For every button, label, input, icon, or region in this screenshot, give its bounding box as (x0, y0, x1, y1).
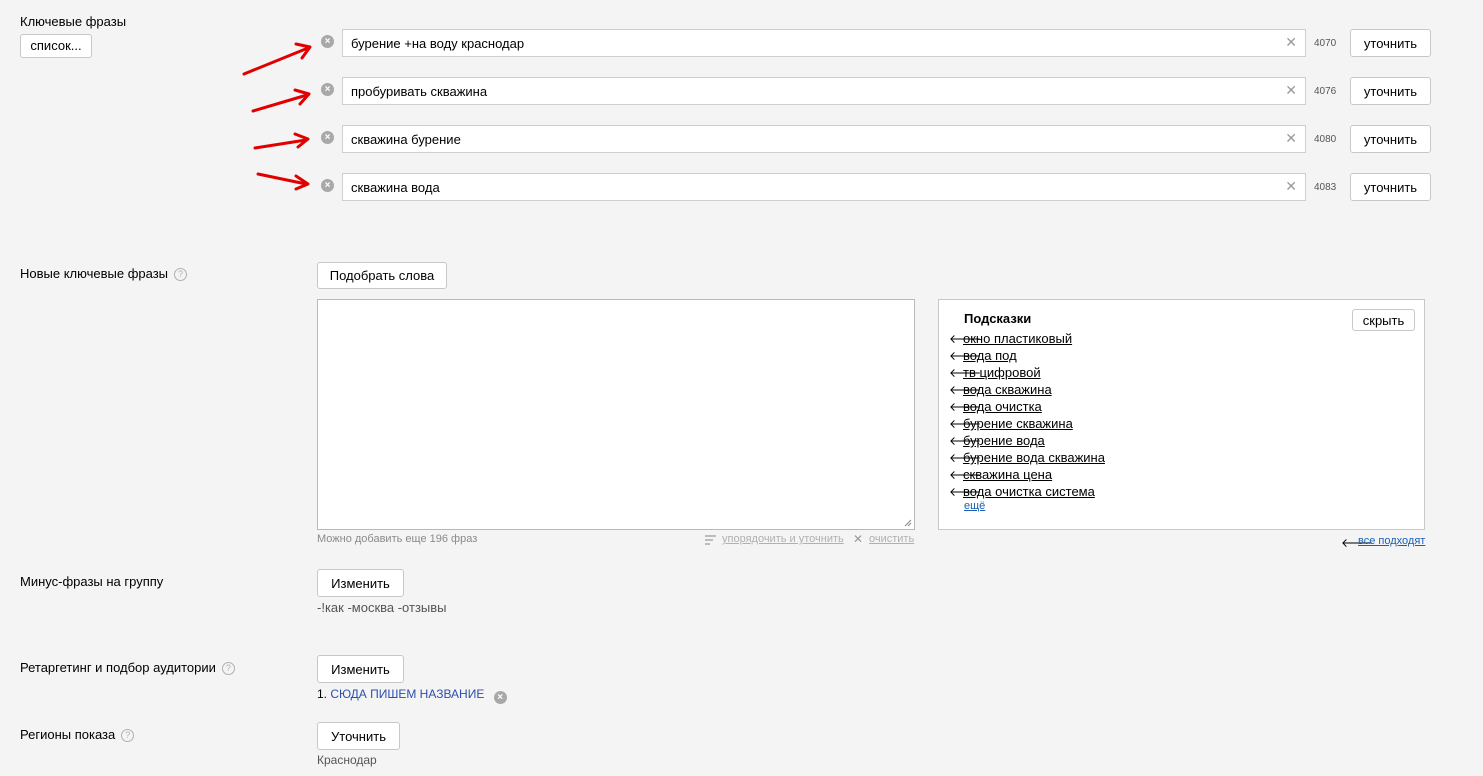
clear-icon: ✕ (853, 532, 864, 546)
hint-item[interactable]: 🡐бурение скважина (949, 416, 1105, 433)
annotation-arrow-icon (253, 132, 310, 150)
hint-link[interactable]: скважина цена (963, 467, 1052, 482)
hint-item[interactable]: 🡐окно пластиковый (949, 331, 1105, 348)
keyword-input[interactable]: пробуривать скважина ✕ (342, 77, 1306, 105)
arrow-left-icon: 🡐 (949, 383, 982, 397)
keyword-input[interactable]: бурение +на воду краснодар ✕ (342, 29, 1306, 57)
retargeting-label-text: Ретаргетинг и подбор аудитории (20, 660, 216, 675)
hint-item[interactable]: 🡐скважина цена (949, 467, 1105, 484)
keywords-list-button[interactable]: список... (20, 34, 92, 58)
refine-keyword-button[interactable]: уточнить (1350, 29, 1431, 57)
hide-hints-button[interactable]: скрыть (1352, 309, 1415, 331)
hint-link[interactable]: окно пластиковый (963, 331, 1072, 346)
arrow-left-icon: 🡐 (949, 332, 982, 346)
keyword-text: скважина вода (351, 180, 440, 195)
arrow-left-icon: 🡐 (949, 400, 982, 414)
hint-list: 🡐окно пластиковый 🡐вода под 🡐тв цифровой… (949, 331, 1105, 501)
hint-link[interactable]: вода скважина (963, 382, 1052, 397)
retargeting-item-number: 1. (317, 687, 328, 701)
sort-refine-link[interactable]: упорядочить и уточнить (722, 533, 844, 545)
hint-item[interactable]: 🡐бурение вода (949, 433, 1105, 450)
hint-item[interactable]: 🡐тв цифровой (949, 365, 1105, 382)
minus-phrases-section-label: Минус-фразы на группу (20, 574, 164, 589)
keyword-count: 4080 (1314, 134, 1337, 145)
hint-item[interactable]: 🡐бурение вода скважина (949, 450, 1105, 467)
keyword-count: 4076 (1314, 86, 1337, 97)
retargeting-item-name[interactable]: СЮДА ПИШЕМ НАЗВАНИЕ (330, 687, 484, 701)
help-icon[interactable]: ? (121, 729, 135, 742)
hint-item[interactable]: 🡐вода очистка система (949, 484, 1105, 501)
hint-item[interactable]: 🡐вода очистка (949, 399, 1105, 416)
arrow-left-icon: 🡐 (949, 366, 982, 380)
hint-link[interactable]: тв цифровой (963, 365, 1041, 380)
refine-keyword-button[interactable]: уточнить (1350, 125, 1431, 153)
more-hints-link[interactable]: ещё (964, 500, 985, 512)
keywords-section-label: Ключевые фразы (20, 14, 127, 29)
remove-keyword-icon[interactable]: × (321, 131, 334, 144)
new-keywords-label-text: Новые ключевые фразы (20, 266, 169, 281)
remove-retargeting-icon[interactable]: × (493, 691, 507, 704)
resize-handle-icon[interactable] (904, 519, 912, 527)
change-minus-phrases-button[interactable]: Изменить (317, 569, 404, 597)
refine-keyword-button[interactable]: уточнить (1350, 173, 1431, 201)
minus-phrases-value: -!как -москва -отзывы (317, 600, 447, 615)
annotation-arrow-icon (251, 88, 311, 113)
clear-icon[interactable]: ✕ (1285, 83, 1297, 97)
clear-link[interactable]: очистить (869, 533, 914, 545)
clear-icon[interactable]: ✕ (1285, 179, 1297, 193)
arrow-left-icon: 🡐 (949, 485, 982, 499)
keyword-input[interactable]: скважина бурение ✕ (342, 125, 1306, 153)
keyword-count: 4070 (1314, 38, 1337, 49)
hint-link[interactable]: вода очистка система (963, 484, 1095, 499)
clear-icon[interactable]: ✕ (1285, 131, 1297, 145)
hint-link[interactable]: вода очистка (963, 399, 1042, 414)
pick-words-button[interactable]: Подобрать слова (317, 262, 447, 289)
hint-link[interactable]: бурение вода скважина (963, 450, 1105, 465)
new-keywords-textarea[interactable] (317, 299, 915, 530)
retargeting-section-label: Ретаргетинг и подбор аудитории? (20, 660, 235, 675)
arrow-left-icon: 🡐 (949, 434, 982, 448)
sort-icon (705, 535, 716, 545)
hint-link[interactable]: вода под (963, 348, 1017, 363)
regions-value: Краснодар (317, 753, 377, 767)
keyword-text: бурение +на воду краснодар (351, 36, 525, 51)
annotation-arrow-icon (242, 42, 312, 76)
remove-keyword-icon[interactable]: × (321, 179, 334, 192)
arrow-left-icon: 🡐 (949, 417, 982, 431)
refine-keyword-button[interactable]: уточнить (1350, 77, 1431, 105)
hint-link[interactable]: бурение вода (963, 433, 1045, 448)
retargeting-item: 1. СЮДА ПИШЕМ НАЗВАНИЕ × (317, 687, 507, 704)
regions-section-label: Регионы показа? (20, 727, 135, 742)
refine-regions-button[interactable]: Уточнить (317, 722, 400, 750)
clear-icon[interactable]: ✕ (1285, 35, 1297, 49)
arrow-left-icon: 🡐 (949, 451, 982, 465)
keyword-input[interactable]: скважина вода ✕ (342, 173, 1306, 201)
arrow-left-icon: 🡐 (949, 468, 982, 482)
annotation-arrow-icon (256, 172, 310, 191)
hint-item[interactable]: 🡐вода под (949, 348, 1105, 365)
help-icon[interactable]: ? (221, 662, 235, 675)
remaining-phrases-text: Можно добавить еще 196 фраз (317, 533, 478, 545)
keyword-count: 4083 (1314, 182, 1337, 193)
help-icon[interactable]: ? (174, 268, 188, 281)
arrow-left-icon: 🡐 (949, 349, 982, 363)
new-keywords-section-label: Новые ключевые фразы? (20, 266, 188, 281)
regions-label-text: Регионы показа (20, 727, 116, 742)
hints-panel: Подсказки скрыть 🡐окно пластиковый 🡐вода… (938, 299, 1425, 530)
remove-keyword-icon[interactable]: × (321, 35, 334, 48)
change-retargeting-button[interactable]: Изменить (317, 655, 404, 683)
hint-link[interactable]: бурение скважина (963, 416, 1073, 431)
keyword-text: скважина бурение (351, 132, 461, 147)
remove-keyword-icon[interactable]: × (321, 83, 334, 96)
hints-title: Подсказки (964, 311, 1032, 326)
all-fit-link[interactable]: все подходят (1358, 535, 1425, 547)
hint-item[interactable]: 🡐вода скважина (949, 382, 1105, 399)
keyword-text: пробуривать скважина (351, 84, 488, 99)
